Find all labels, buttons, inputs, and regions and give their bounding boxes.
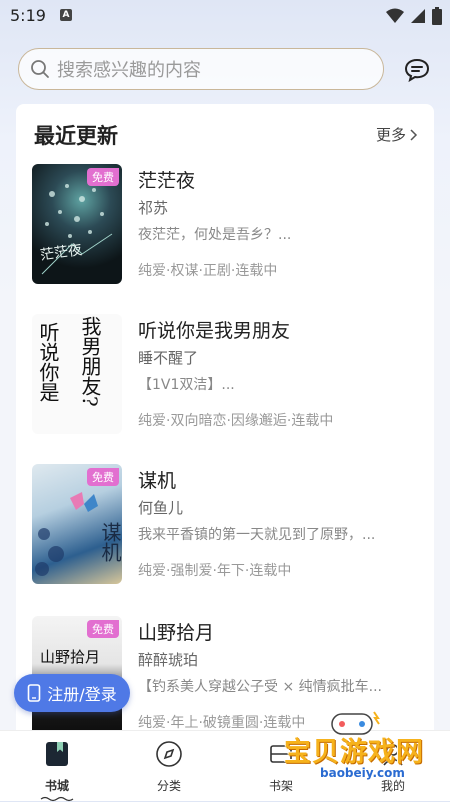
cover-title: 谋机 [98, 522, 122, 562]
search-icon [29, 58, 51, 80]
status-bar: 5:19 A [0, 0, 450, 32]
search-input[interactable]: 搜索感兴趣的内容 [18, 48, 384, 90]
section-title: 最近更新 [34, 124, 118, 148]
watermark-text: 宝贝游戏网 [284, 737, 424, 768]
book-author: 睡不醒了 [138, 349, 199, 367]
free-badge: 免费 [87, 468, 119, 486]
book-description: 【1V1双洁】... [138, 377, 235, 393]
watermark-url: baobeiy.com [320, 766, 405, 780]
book-cover: 谋机 免费 [32, 464, 122, 584]
book-title: 谋机 [138, 470, 177, 492]
compass-icon [154, 739, 184, 769]
book-cover: 听说你是 我男朋友? [32, 314, 122, 434]
register-login-label: 注册/登录 [47, 685, 117, 704]
book-tags: 纯爱·双向暗恋·因缘邂逅·连载中 [138, 413, 334, 429]
free-badge: 免费 [87, 168, 119, 186]
wifi-icon [386, 8, 404, 23]
battery-icon [432, 7, 442, 25]
book-item[interactable]: 茫茫夜 免费 茫茫夜 祁苏 夜茫茫，何处是吾乡？... 纯爱·权谋·正剧·连载中 [32, 164, 422, 288]
status-icons [386, 7, 442, 25]
signal-icon [411, 9, 425, 23]
book-author: 祁苏 [138, 199, 169, 217]
more-link[interactable]: 更多 [376, 124, 418, 145]
book-tags: 纯爱·强制爱·年下·连载中 [138, 563, 292, 579]
active-indicator [40, 796, 74, 802]
cover-title: 山野拾月 [40, 648, 101, 666]
book-author: 醉醉琥珀 [138, 651, 199, 669]
book-description: 夜茫茫，何处是吾乡？... [138, 227, 292, 243]
book-description: 我来平香镇的第一天就见到了原野，... [138, 527, 376, 543]
book-title: 茫茫夜 [138, 170, 196, 192]
search-placeholder: 搜索感兴趣的内容 [57, 60, 201, 81]
notification-icon: A [60, 9, 72, 21]
book-item[interactable]: 听说你是 我男朋友? 听说你是我男朋友 睡不醒了 【1V1双洁】... 纯爱·双… [32, 314, 422, 438]
phone-icon [27, 684, 41, 702]
nav-item-category[interactable]: 分类 [134, 739, 204, 794]
recent-updates-card: 最近更新 更多 茫茫夜 免费 茫茫夜 祁苏 夜茫茫，何处是吾乡？... 纯爱·权… [16, 104, 434, 744]
book-item[interactable]: 谋机 免费 谋机 何鱼儿 我来平香镇的第一天就见到了原野，... 纯爱·强制爱·… [32, 464, 422, 588]
watermark: 宝贝游戏网 baobeiy.com [270, 708, 446, 792]
book-title: 山野拾月 [138, 622, 215, 644]
book-tags: 纯爱·权谋·正剧·连载中 [138, 263, 278, 279]
chevron-right-icon [410, 128, 418, 141]
cover-title-left: 听说你是 [36, 322, 60, 402]
status-time: 5:19 [10, 6, 46, 25]
book-description: 【钓系美人穿越公子受 × 纯情疯批车... [138, 679, 382, 695]
book-author: 何鱼儿 [138, 499, 184, 517]
cover-title-right: 我男朋友? [78, 316, 102, 407]
book-cover: 茫茫夜 免费 [32, 164, 122, 284]
nav-item-bookstore[interactable]: 书城 [22, 739, 92, 802]
free-badge: 免费 [87, 620, 119, 638]
register-login-button[interactable]: 注册/登录 [14, 674, 130, 712]
book-title: 听说你是我男朋友 [138, 320, 291, 342]
nav-label: 分类 [156, 779, 181, 793]
more-label: 更多 [375, 126, 406, 144]
message-icon[interactable] [404, 58, 430, 83]
bookstore-icon [42, 739, 72, 769]
nav-label: 书城 [44, 779, 69, 793]
